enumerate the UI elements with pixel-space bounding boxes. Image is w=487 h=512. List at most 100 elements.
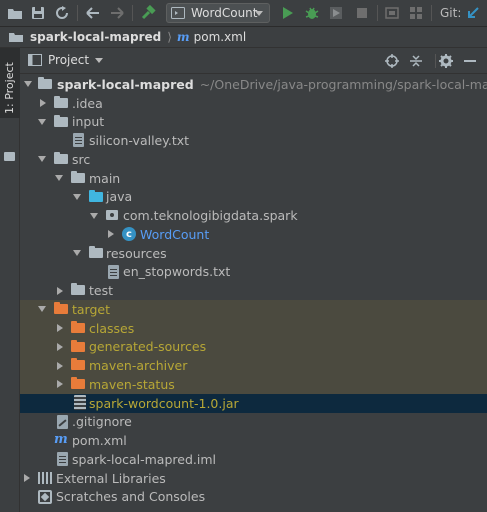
save-all-icon[interactable] <box>29 4 47 22</box>
resources-folder-icon <box>89 245 103 258</box>
tree-node-wordcount[interactable]: c WordCount <box>20 225 487 244</box>
tree-node-gitignore[interactable]: .gitignore <box>20 413 487 432</box>
run-config-icon <box>171 7 185 19</box>
expand-arrow-icon[interactable] <box>57 342 63 351</box>
project-tool-window-tab[interactable]: 1: Project <box>0 48 20 161</box>
tree-node-maven-archiver[interactable]: maven-archiver <box>20 356 487 375</box>
breadcrumb-project-label: spark-local-mapred <box>30 30 162 44</box>
folder-icon <box>4 152 15 161</box>
run-configuration-selector[interactable]: WordCount <box>166 3 270 23</box>
hide-panel-icon[interactable] <box>462 53 478 69</box>
tree-label: resources <box>106 245 167 261</box>
tree-node-input[interactable]: input <box>20 113 487 132</box>
expand-arrow-icon[interactable] <box>38 306 46 313</box>
text-file-icon <box>73 133 84 148</box>
tree-node-scratches[interactable]: Scratches and Consoles <box>20 488 487 507</box>
tree-label: .gitignore <box>72 414 132 430</box>
project-view-selector[interactable]: Project <box>28 53 104 67</box>
scratches-icon <box>38 489 52 504</box>
tree-label: Scratches and Consoles <box>56 489 206 505</box>
expand-arrow-icon[interactable] <box>73 193 81 200</box>
project-view-icon <box>28 54 42 66</box>
tree-node-iml[interactable]: spark-local-mapred.iml <box>20 450 487 469</box>
tree-node-main[interactable]: main <box>20 169 487 188</box>
breadcrumb-project[interactable]: spark-local-mapred <box>8 30 161 44</box>
toolbar-separator <box>132 5 133 21</box>
run-icon[interactable] <box>279 4 297 22</box>
maven-icon: m <box>176 30 190 44</box>
expand-arrow-icon[interactable] <box>57 324 63 333</box>
breadcrumb-separator: ⟩ <box>167 30 172 44</box>
tree-label: silicon-valley.txt <box>89 133 190 149</box>
tree-node-idea[interactable]: .idea <box>20 94 487 113</box>
gear-icon[interactable] <box>438 53 454 69</box>
expand-arrow-icon[interactable] <box>73 250 81 257</box>
expand-arrow-icon[interactable] <box>55 175 63 182</box>
tree-label: src <box>72 151 91 167</box>
git-update-arrow-icon[interactable] <box>464 4 482 22</box>
synchronize-icon[interactable] <box>53 4 71 22</box>
open-folder-icon[interactable] <box>6 4 24 22</box>
tree-node-java[interactable]: java <box>20 188 487 207</box>
expand-arrow-icon[interactable] <box>108 230 114 239</box>
tree-label: com.teknologibigdata.spark <box>123 208 298 224</box>
tree-label: maven-status <box>89 376 175 392</box>
expand-arrow-icon[interactable] <box>57 286 63 295</box>
folder-icon <box>54 95 68 108</box>
collapse-all-icon[interactable] <box>408 53 424 69</box>
tree-label: java <box>106 189 133 205</box>
back-arrow-icon[interactable] <box>84 4 102 22</box>
excluded-folder-icon <box>71 377 85 389</box>
build-hammer-icon[interactable] <box>139 4 157 22</box>
tree-node-generated-sources[interactable]: generated-sources <box>20 337 487 357</box>
project-tree: spark-local-mapred ~/OneDrive/java-progra… <box>20 75 487 512</box>
tree-node-package[interactable]: com.teknologibigdata.spark <box>20 206 487 225</box>
breadcrumb-file-label: pom.xml <box>193 30 247 44</box>
project-panel-header: Project <box>20 48 487 74</box>
jar-archive-icon <box>74 394 86 410</box>
locate-target-icon[interactable] <box>384 53 400 69</box>
tree-label: classes <box>89 320 135 336</box>
tree-node-resources[interactable]: resources <box>20 244 487 263</box>
project-structure-icon[interactable] <box>407 4 425 22</box>
tree-label: main <box>89 170 121 186</box>
expand-arrow-icon[interactable] <box>57 380 63 389</box>
tree-node-src[interactable]: src <box>20 150 487 169</box>
git-label: Git: <box>440 6 462 20</box>
tree-node-external-libraries[interactable]: External Libraries <box>20 469 487 488</box>
gitignore-file-icon <box>57 414 68 429</box>
chevron-down-icon <box>255 11 263 16</box>
tree-node-silicon-valley[interactable]: silicon-valley.txt <box>20 131 487 150</box>
tree-node-jar[interactable]: spark-wordcount-1.0.jar <box>20 393 487 413</box>
folder-icon <box>9 33 23 42</box>
tree-node-maven-status[interactable]: maven-status <box>20 375 487 394</box>
stop-icon[interactable] <box>353 4 371 22</box>
tree-node-test[interactable]: test <box>20 281 487 300</box>
tree-node-stopwords[interactable]: en_stopwords.txt <box>20 263 487 282</box>
expand-arrow-icon[interactable] <box>24 474 30 483</box>
tree-node-pom[interactable]: m pom.xml <box>20 431 487 450</box>
expand-arrow-icon[interactable] <box>57 361 63 370</box>
tree-node-classes[interactable]: classes <box>20 318 487 338</box>
main-toolbar: WordCount Git: <box>0 0 487 27</box>
forward-arrow-icon[interactable] <box>108 4 126 22</box>
tree-node-root[interactable]: spark-local-mapred ~/OneDrive/java-progra… <box>20 75 487 94</box>
expand-arrow-icon[interactable] <box>40 99 46 108</box>
run-configuration-label: WordCount <box>191 6 258 20</box>
source-folder-icon <box>89 189 103 202</box>
tree-label: generated-sources <box>89 339 207 355</box>
run-with-coverage-icon[interactable] <box>327 4 345 22</box>
attach-debugger-icon[interactable] <box>383 4 401 22</box>
tree-label: .idea <box>72 95 103 111</box>
folder-icon <box>71 283 85 296</box>
expand-arrow-icon[interactable] <box>38 156 46 163</box>
expand-arrow-icon[interactable] <box>38 118 46 125</box>
text-file-icon <box>108 264 119 279</box>
tree-label: pom.xml <box>72 433 127 449</box>
debug-bug-icon[interactable] <box>303 4 321 22</box>
tree-label: External Libraries <box>56 470 166 486</box>
tree-node-target[interactable]: target <box>20 300 487 319</box>
expand-arrow-icon[interactable] <box>24 81 32 88</box>
expand-arrow-icon[interactable] <box>90 212 98 219</box>
breadcrumb-file[interactable]: m pom.xml <box>177 30 246 44</box>
